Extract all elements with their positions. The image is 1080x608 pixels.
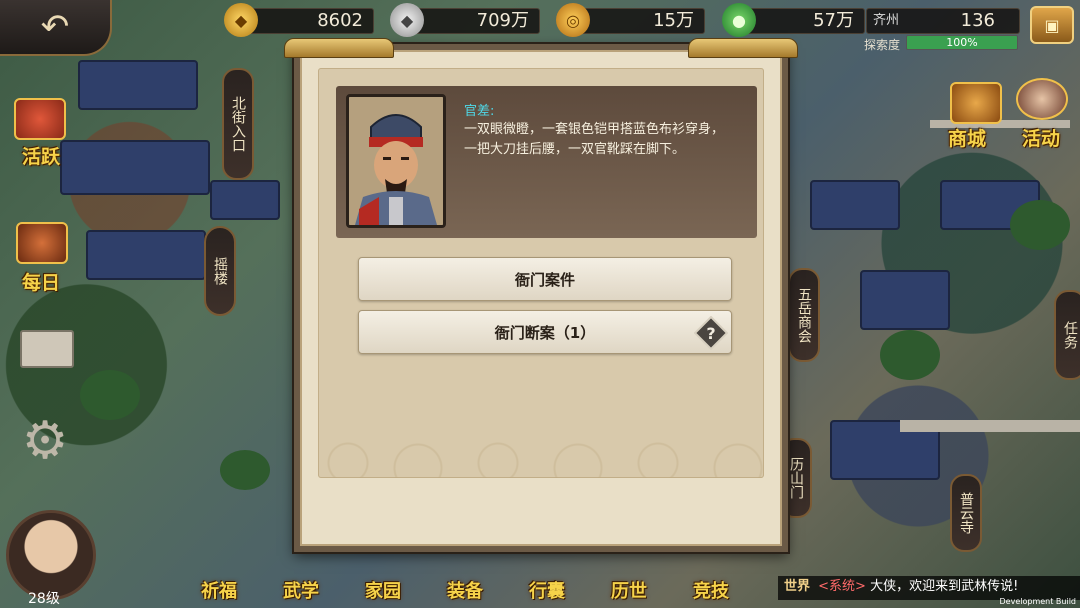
bottom-menu-pray[interactable]: 祈福 [178,577,260,603]
explore-progress-text: 100% [946,36,978,49]
wuyue-banner[interactable]: 五岳商会 [788,268,820,362]
npc-name: 官差: [464,104,495,119]
bottom-menu-martial[interactable]: 武学 [260,577,342,603]
gold-ingot-icon: ◆ [224,3,258,37]
npc-portrait [346,94,446,228]
north-gate-banner[interactable]: 北街入口 [222,68,254,180]
coin-value: 15万 [653,10,694,31]
svg-text:?: ? [706,324,715,343]
wuyue-label: 五岳商会 [796,287,812,343]
coin-counter: 15万 [575,8,705,34]
explore-progress-bar: 100% [906,35,1018,50]
mail-icon[interactable] [20,330,74,368]
chat-channel-tag: 世界 [784,579,811,594]
bottom-menu-equipment[interactable]: 装备 [424,577,506,603]
npc-dialog: 官差: 一双眼微瞪，一套银色铠甲搭蓝色布衫穿身，一把大刀挂后腰，一双官靴踩在脚下… [284,38,798,552]
officer-portrait-icon [349,97,443,225]
npc-info-card: 官差: 一双眼微瞪，一套银色铠甲搭蓝色布衫穿身，一把大刀挂后腰，一双官靴踩在脚下… [336,86,757,238]
shop-menu-label[interactable]: 商城 [948,124,986,151]
temple-label: 普云寺 [958,492,974,534]
gold-ingot-counter: 8602 [246,8,374,34]
shop-icon[interactable] [950,82,1002,124]
bottom-menu-arena[interactable]: 竞技 [670,577,752,603]
jade-counter: 57万 [745,8,865,34]
yamen-case-button[interactable]: 衙门案件 [358,257,732,301]
bottom-menu-bag[interactable]: 行囊 [506,577,588,603]
bottom-menu-history[interactable]: 历世 [588,577,670,603]
bottom-menu: 祈福 武学 家园 装备 行囊 历世 竞技 [178,577,752,603]
silver-value: 709万 [476,10,529,31]
tower-label: 摇楼 [212,257,228,285]
player-level: 28级 [28,591,60,607]
location-label: 齐州 [873,13,900,28]
event-menu-label[interactable]: 活动 [1022,124,1060,151]
task-label: 任务 [1062,321,1078,349]
dialog-corner-ornament [284,38,394,58]
gift-box-icon[interactable] [14,98,66,140]
dialog-cloud-pattern [318,408,764,478]
daily-menu-label[interactable]: 每日 [22,268,60,295]
silver-counter: 709万 [410,8,540,34]
chat-message: 大侠，欢迎来到武林传说! [870,579,1019,594]
temple-banner[interactable]: 普云寺 [950,474,982,552]
event-icon[interactable] [1016,78,1068,120]
back-button[interactable]: ↶ [0,0,112,56]
copper-coin-icon: ◎ [556,3,590,37]
jade-token-icon: ● [722,3,756,37]
chest-counter: 齐州 136 [866,8,1020,34]
settings-gear-icon[interactable]: ⚙ [18,414,72,468]
explore-label: 探索度 [864,38,901,52]
north-gate-label: 北街入口 [230,96,246,152]
silver-ingot-icon: ◆ [390,3,424,37]
chat-system-tag: <系统> [818,579,866,594]
back-arrow-icon: ↶ [40,7,70,47]
active-menu-label[interactable]: 活跃 [22,142,60,169]
dev-build-label: Development Build [999,597,1076,606]
tower-banner[interactable]: 摇楼 [204,226,236,316]
chest-value: 136 [960,10,995,31]
lishan-label: 历山门 [788,457,804,499]
yamen-judgment-label: 衙门断案（1） [494,323,596,342]
treasure-chest-icon[interactable]: ▣ [1030,6,1074,44]
task-banner[interactable]: 任务 [1054,290,1080,380]
bottom-menu-home[interactable]: 家园 [342,577,424,603]
daily-chest-icon[interactable] [16,222,68,264]
npc-description: 一双眼微瞪，一套银色铠甲搭蓝色布衫穿身，一把大刀挂后腰，一双官靴踩在脚下。 [464,122,725,157]
yamen-case-label: 衙门案件 [514,270,575,289]
help-question-icon[interactable]: ? [693,315,729,351]
yamen-judgment-button[interactable]: 衙门断案（1） ? [358,310,732,354]
jade-value: 57万 [813,10,854,31]
gold-ingot-value: 8602 [317,10,363,31]
player-avatar[interactable] [6,510,96,600]
dialog-corner-ornament [688,38,798,58]
